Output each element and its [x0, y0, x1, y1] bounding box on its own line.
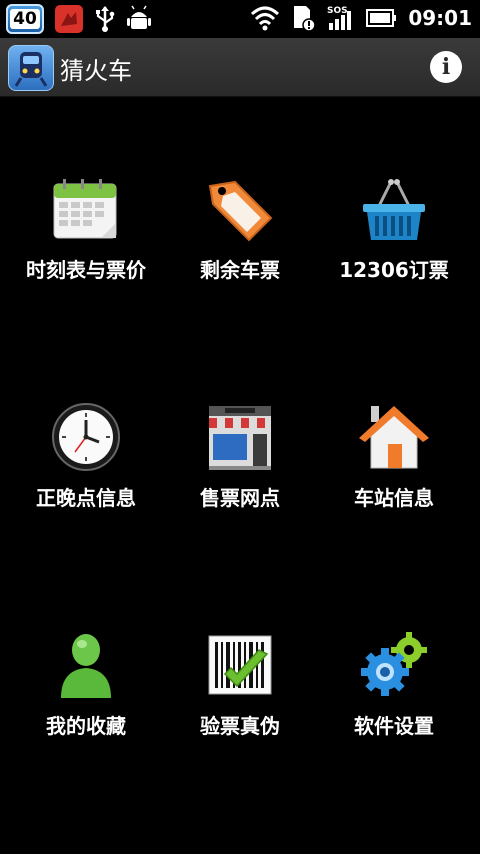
menu-item-label: 售票网点 — [200, 486, 280, 510]
menu-item-ticket-outlets[interactable]: 售票网点 — [160, 400, 320, 540]
house-icon — [357, 400, 431, 474]
notification-count-badge[interactable]: 40 — [6, 4, 44, 34]
battery-icon — [366, 9, 397, 27]
app-logo[interactable] — [8, 45, 54, 91]
menu-item-timetable[interactable]: 时刻表与票价 — [6, 172, 166, 312]
usb-icon — [96, 6, 115, 32]
svg-text:SOS: SOS — [327, 6, 348, 16]
info-button[interactable]: i — [430, 51, 462, 83]
clock-icon — [49, 400, 123, 474]
menu-item-label: 时刻表与票价 — [26, 258, 146, 282]
menu-item-12306-booking[interactable]: 12306订票 — [314, 172, 474, 312]
basket-icon — [357, 172, 431, 246]
train-icon — [14, 52, 48, 87]
page-title: 猜火车 — [60, 57, 132, 85]
menu-item-station-info[interactable]: 车站信息 — [314, 400, 474, 540]
menu-item-label: 我的收藏 — [46, 714, 126, 738]
gears-icon — [357, 628, 431, 702]
menu-item-verify-ticket[interactable]: 验票真伪 — [160, 628, 320, 768]
tag-icon — [203, 172, 277, 246]
menu-item-on-time-info[interactable]: 正晚点信息 — [6, 400, 166, 540]
menu-item-remaining-tickets[interactable]: 剩余车票 — [160, 172, 320, 312]
menu-item-label: 软件设置 — [354, 714, 434, 738]
info-icon: i — [441, 54, 451, 80]
menu-item-label: 车站信息 — [354, 486, 434, 510]
wifi-icon — [251, 6, 280, 31]
status-bar: 40 SOS 09:01 — [0, 0, 480, 38]
notification-count: 40 — [10, 9, 40, 29]
calendar-icon — [49, 172, 123, 246]
user-icon — [49, 628, 123, 702]
sd-card-alert-icon — [294, 6, 317, 32]
clock-time: 09:01 — [408, 6, 472, 30]
signal-sos-icon: SOS — [327, 6, 352, 30]
action-bar: 猜火车 i — [0, 38, 480, 97]
menu-item-settings[interactable]: 软件设置 — [314, 628, 474, 768]
app-notification-icon[interactable] — [54, 4, 84, 34]
shop-icon — [203, 400, 277, 474]
android-debug-icon — [127, 5, 151, 29]
barcode-check-icon — [203, 628, 277, 702]
menu-item-label: 正晚点信息 — [36, 486, 136, 510]
menu-item-label: 12306订票 — [339, 258, 449, 282]
menu-item-my-favorites[interactable]: 我的收藏 — [6, 628, 166, 768]
menu-grid: 时刻表与票价 剩余车票 12306订票 正晚点信息 售票网点 车站信息 我的收藏… — [0, 96, 480, 854]
menu-item-label: 验票真伪 — [200, 714, 280, 738]
menu-item-label: 剩余车票 — [200, 258, 280, 282]
